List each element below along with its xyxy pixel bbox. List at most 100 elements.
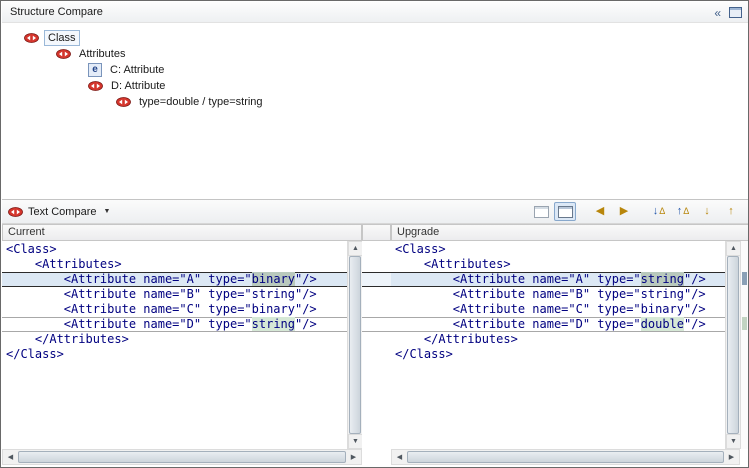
- code-line-selected-diff[interactable]: <Attribute name="A" type="string"/>: [391, 272, 725, 287]
- scroll-left-icon[interactable]: ◀: [3, 450, 18, 464]
- scrollbar-thumb[interactable]: [727, 256, 739, 434]
- left-vertical-scrollbar[interactable]: ▲ ▼: [347, 241, 362, 449]
- scroll-up-icon[interactable]: ▲: [726, 241, 741, 256]
- code-line[interactable]: </Attributes>: [2, 332, 347, 347]
- collapse-pane-icon[interactable]: «: [714, 6, 721, 20]
- tree-item-d-attribute[interactable]: D: Attribute: [88, 78, 168, 94]
- toolbar-separator: [637, 211, 646, 212]
- code-line[interactable]: <Attributes>: [2, 257, 347, 272]
- next-change-button[interactable]: ↓: [696, 202, 718, 221]
- scrollbar-thumb[interactable]: [18, 451, 346, 463]
- code-text: <Attribute name="C" type="binary"/>: [6, 302, 317, 316]
- code-line-selected-diff[interactable]: <Attribute name="A" type="binary"/>: [2, 272, 347, 287]
- right-horizontal-scrollbar[interactable]: ◀ ▶: [391, 449, 740, 465]
- structure-compare-title: Structure Compare: [10, 6, 103, 18]
- chevron-down-icon[interactable]: ▼: [103, 208, 110, 215]
- gutter-header: [362, 224, 391, 241]
- change-conflict-icon: [24, 33, 39, 43]
- right-pane-title: Upgrade: [397, 226, 439, 238]
- copy-all-changes-button[interactable]: ◀: [589, 202, 611, 221]
- code-text: "/>: [684, 317, 706, 331]
- delta-icon: Δ: [659, 207, 665, 216]
- code-text: "/>: [295, 317, 317, 331]
- overview-ruler[interactable]: [740, 241, 749, 449]
- text-compare-toolbar: ◀ ▶ ↓Δ ↑Δ ↓ ↑: [530, 202, 742, 221]
- two-way-compare-button[interactable]: [554, 202, 576, 221]
- tree-item-label: Class: [44, 30, 80, 46]
- code-text: <Attribute name="D" type=": [6, 317, 252, 331]
- tree-item-c-attribute[interactable]: e C: Attribute: [88, 62, 167, 78]
- code-line[interactable]: <Attribute name="B" type="string"/>: [2, 287, 347, 302]
- previous-difference-button[interactable]: ↑Δ: [672, 202, 694, 221]
- code-line[interactable]: <Attribute name="C" type="binary"/>: [391, 302, 725, 317]
- scroll-down-icon[interactable]: ▼: [726, 434, 741, 449]
- arrow-up-icon: ↑: [728, 206, 734, 217]
- code-text: <Attribute name="D" type=": [395, 317, 641, 331]
- scroll-left-icon[interactable]: ◀: [392, 450, 407, 464]
- diff-connector[interactable]: [362, 317, 391, 332]
- scroll-down-icon[interactable]: ▼: [348, 434, 363, 449]
- overview-diff-mark[interactable]: [742, 272, 747, 285]
- tree-item-attributes[interactable]: Attributes: [56, 46, 128, 62]
- diff-token: string: [252, 317, 295, 331]
- tree-item-label: D: Attribute: [108, 79, 168, 93]
- change-conflict-icon: [116, 97, 131, 107]
- code-line[interactable]: <Attributes>: [391, 257, 725, 272]
- tree-item-label: type=double / type=string: [136, 95, 266, 109]
- toolbar-separator: [578, 211, 587, 212]
- scroll-up-icon[interactable]: ▲: [348, 241, 363, 256]
- diff-token: string: [641, 272, 684, 286]
- code-line[interactable]: <Attribute name="B" type="string"/>: [391, 287, 725, 302]
- arrow-up-icon: ↑: [677, 206, 683, 217]
- code-line[interactable]: <Class>: [2, 242, 347, 257]
- code-line[interactable]: <Attribute name="C" type="binary"/>: [2, 302, 347, 317]
- code-line[interactable]: </Attributes>: [391, 332, 725, 347]
- copy-current-icon: ▶: [620, 206, 628, 217]
- code-text: </Class>: [395, 347, 453, 361]
- code-text: <Attribute name="A" type=": [395, 272, 641, 286]
- code-line[interactable]: </Class>: [2, 347, 347, 362]
- code-text: <Class>: [6, 242, 57, 256]
- code-text: </Attributes>: [6, 332, 129, 346]
- overview-diff-mark[interactable]: [742, 317, 747, 330]
- code-text: </Attributes>: [395, 332, 518, 346]
- copy-current-change-button[interactable]: ▶: [613, 202, 635, 221]
- scrollbar-thumb[interactable]: [407, 451, 724, 463]
- element-icon: e: [88, 63, 102, 77]
- scrollbar-thumb[interactable]: [349, 256, 361, 434]
- delta-icon: Δ: [683, 207, 689, 216]
- right-code-pane[interactable]: <Class> <Attributes> <Attribute name="A"…: [391, 241, 725, 449]
- tree-item-class[interactable]: Class: [24, 30, 80, 46]
- text-compare-icon: [8, 207, 23, 217]
- pane-icon: [534, 206, 549, 218]
- code-line[interactable]: </Class>: [391, 347, 725, 362]
- right-vertical-scrollbar[interactable]: ▲ ▼: [725, 241, 740, 449]
- text-compare-header: Text Compare ▼ ◀ ▶ ↓Δ ↑Δ ↓ ↑: [2, 199, 748, 224]
- code-text: "/>: [684, 272, 706, 286]
- ancestor-pane-button[interactable]: [530, 202, 552, 221]
- view-menu-icon[interactable]: [729, 7, 742, 18]
- scroll-right-icon[interactable]: ▶: [346, 450, 361, 464]
- scroll-right-icon[interactable]: ▶: [724, 450, 739, 464]
- code-line[interactable]: <Class>: [391, 242, 725, 257]
- code-line-diff[interactable]: <Attribute name="D" type="double"/>: [391, 317, 725, 332]
- tree-item-label: Attributes: [76, 47, 128, 61]
- code-text: <Attribute name="C" type="binary"/>: [395, 302, 706, 316]
- arrow-down-icon: ↓: [704, 206, 710, 217]
- next-difference-button[interactable]: ↓Δ: [648, 202, 670, 221]
- left-horizontal-scrollbar[interactable]: ◀ ▶: [2, 449, 362, 465]
- structure-compare-header: Structure Compare «: [2, 2, 748, 23]
- left-pane-title: Current: [8, 226, 45, 238]
- code-text: <Attribute name="B" type="string"/>: [6, 287, 317, 301]
- previous-change-button[interactable]: ↑: [720, 202, 742, 221]
- arrow-down-icon: ↓: [653, 206, 659, 217]
- left-code-pane[interactable]: <Class> <Attributes> <Attribute name="A"…: [2, 241, 347, 449]
- change-conflict-icon: [56, 49, 71, 59]
- diff-connector-selected[interactable]: [362, 272, 391, 287]
- change-conflict-icon: [88, 81, 103, 91]
- code-line-diff[interactable]: <Attribute name="D" type="string"/>: [2, 317, 347, 332]
- code-text: </Class>: [6, 347, 64, 361]
- tree-item-type-change[interactable]: type=double / type=string: [116, 94, 266, 110]
- tree-item-label: C: Attribute: [107, 63, 167, 77]
- diff-token: binary: [252, 272, 295, 286]
